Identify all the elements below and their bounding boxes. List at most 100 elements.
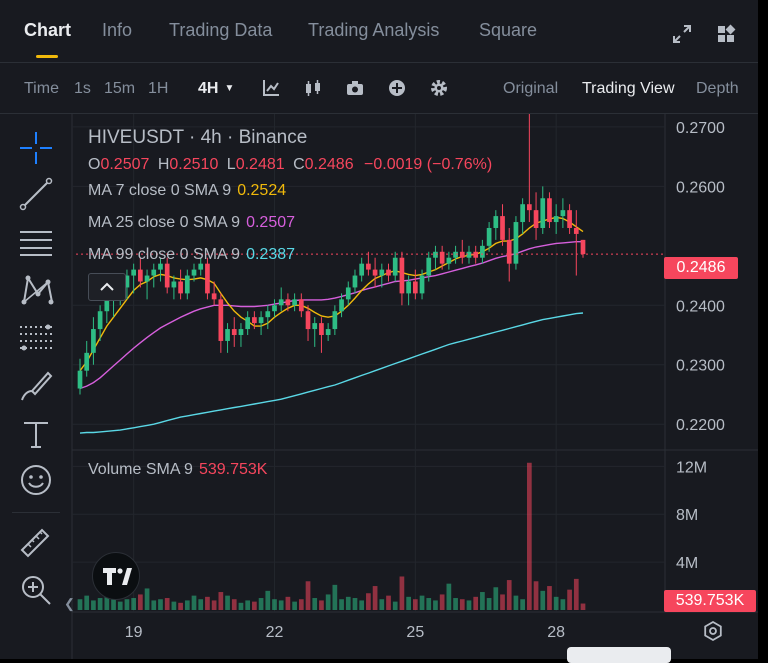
- layout-grid-icon[interactable]: [716, 24, 736, 44]
- scroll-left-icon[interactable]: ❮: [64, 596, 75, 612]
- volume-series: [77, 462, 586, 610]
- volume-bar: [379, 599, 385, 610]
- ma25-legend[interactable]: MA 25 close 0 SMA 9 0.2507: [88, 214, 295, 232]
- chart-settings-icon[interactable]: [702, 620, 724, 642]
- volume-bar: [184, 600, 190, 610]
- time-tick-label: 25: [406, 624, 424, 641]
- time-tick-label: 19: [125, 624, 143, 641]
- view-trading-view[interactable]: Trading View: [582, 80, 675, 98]
- volume-bar: [392, 601, 398, 610]
- tab-chart[interactable]: Chart: [24, 20, 71, 41]
- volume-bar: [567, 589, 572, 610]
- candle-body: [466, 251, 472, 258]
- indicator-icon[interactable]: [262, 79, 280, 97]
- price-tick-label: 0.2300: [676, 358, 725, 375]
- volume-tick-label: 4M: [676, 555, 698, 572]
- candle-body: [419, 275, 425, 294]
- tab-trading-data[interactable]: Trading Data: [169, 20, 272, 41]
- candle-body: [258, 317, 264, 324]
- ma25-label: MA 25 close 0 SMA 9: [88, 214, 241, 231]
- volume-bar: [124, 599, 130, 610]
- collapse-legend-button[interactable]: [88, 273, 126, 301]
- volume-bar: [225, 595, 230, 610]
- volume-bar: [520, 599, 525, 610]
- expand-icon[interactable]: [672, 24, 692, 44]
- volume-bar: [339, 599, 344, 610]
- volume-bar: [144, 588, 150, 610]
- volume-bar: [553, 596, 559, 610]
- high-label: H: [157, 156, 170, 173]
- tab-info[interactable]: Info: [102, 20, 132, 41]
- volume-bar: [466, 600, 472, 610]
- interval-selector[interactable]: 4H ▼: [198, 80, 234, 98]
- interval-15m[interactable]: 15m: [104, 80, 135, 98]
- price-tick-label: 0.2600: [676, 179, 725, 196]
- candle-body: [171, 281, 177, 288]
- view-depth[interactable]: Depth: [696, 80, 739, 98]
- volume-bar: [171, 601, 177, 610]
- candle-body: [486, 227, 492, 246]
- volume-bar: [211, 600, 217, 610]
- interval-1s[interactable]: 1s: [74, 80, 91, 98]
- tab-square[interactable]: Square: [479, 20, 537, 41]
- candle-body: [198, 263, 204, 270]
- candle-body: [526, 204, 532, 211]
- camera-icon[interactable]: [346, 79, 364, 97]
- gear-icon[interactable]: [430, 79, 448, 97]
- volume-bar: [446, 583, 452, 610]
- volume-tick-label: 12M: [676, 459, 707, 476]
- volume-bar: [305, 581, 311, 610]
- candle-body: [433, 251, 438, 258]
- tradingview-logo[interactable]: [92, 552, 140, 600]
- view-original[interactable]: Original: [503, 80, 558, 98]
- candle-body: [278, 299, 284, 306]
- interval-1h[interactable]: 1H: [148, 80, 168, 98]
- candle-type-icon[interactable]: [304, 79, 322, 97]
- candle-body: [366, 263, 371, 270]
- candle-body: [205, 263, 210, 294]
- volume-bar: [84, 595, 90, 610]
- volume-bar: [547, 586, 552, 610]
- volume-bar: [486, 598, 492, 610]
- volume-bar: [272, 599, 277, 610]
- tab-trading-analysis[interactable]: Trading Analysis: [308, 20, 439, 41]
- bottom-sheet-handle[interactable]: [567, 647, 671, 663]
- app-window: Chart Info Trading Data Trading Analysis…: [0, 0, 758, 659]
- candle-body: [305, 311, 311, 330]
- volume-bar: [178, 602, 183, 610]
- volume-bar: [513, 595, 519, 610]
- symbol-title: HIVEUSDT · 4h · Binance: [88, 127, 308, 148]
- candle-body: [513, 222, 519, 264]
- open-value: 0.2507: [100, 156, 150, 173]
- candle-body: [178, 281, 183, 294]
- volume-bar: [406, 596, 411, 610]
- candle-body: [272, 305, 277, 312]
- price-tick-label: 0.2400: [676, 298, 725, 315]
- add-icon[interactable]: [388, 79, 406, 97]
- chart-toolbar: Time 1s 15m 1H 4H ▼ Original Trading View…: [0, 63, 758, 114]
- volume-bar: [158, 599, 163, 610]
- volume-bar: [77, 599, 83, 610]
- volume-bar: [191, 595, 197, 610]
- volume-bar: [526, 462, 532, 610]
- volume-label: Volume SMA 9: [88, 461, 193, 478]
- ma99-legend[interactable]: MA 99 close 0 SMA 9 0.2387: [88, 246, 295, 264]
- time-label[interactable]: Time: [24, 80, 59, 98]
- candle-body: [265, 311, 271, 318]
- ma7-legend[interactable]: MA 7 close 0 SMA 9 0.2524: [88, 182, 286, 200]
- volume-bar: [151, 600, 157, 610]
- volume-bar: [473, 596, 479, 610]
- candle-body: [245, 317, 251, 330]
- price-tick-label: 0.2700: [676, 120, 725, 137]
- volume-bar: [399, 576, 405, 610]
- volume-legend[interactable]: Volume SMA 9 539.753K: [88, 461, 267, 479]
- volume-bar: [560, 599, 566, 610]
- candle-body: [412, 281, 418, 294]
- ma7-value: 0.2524: [237, 182, 287, 199]
- volume-bar: [332, 584, 338, 610]
- volume-axis-ticks: 12M 8M 4M: [676, 459, 707, 572]
- volume-bar: [238, 602, 244, 610]
- candle-body: [560, 210, 566, 217]
- candle-body: [184, 275, 190, 294]
- candle-body: [500, 216, 505, 240]
